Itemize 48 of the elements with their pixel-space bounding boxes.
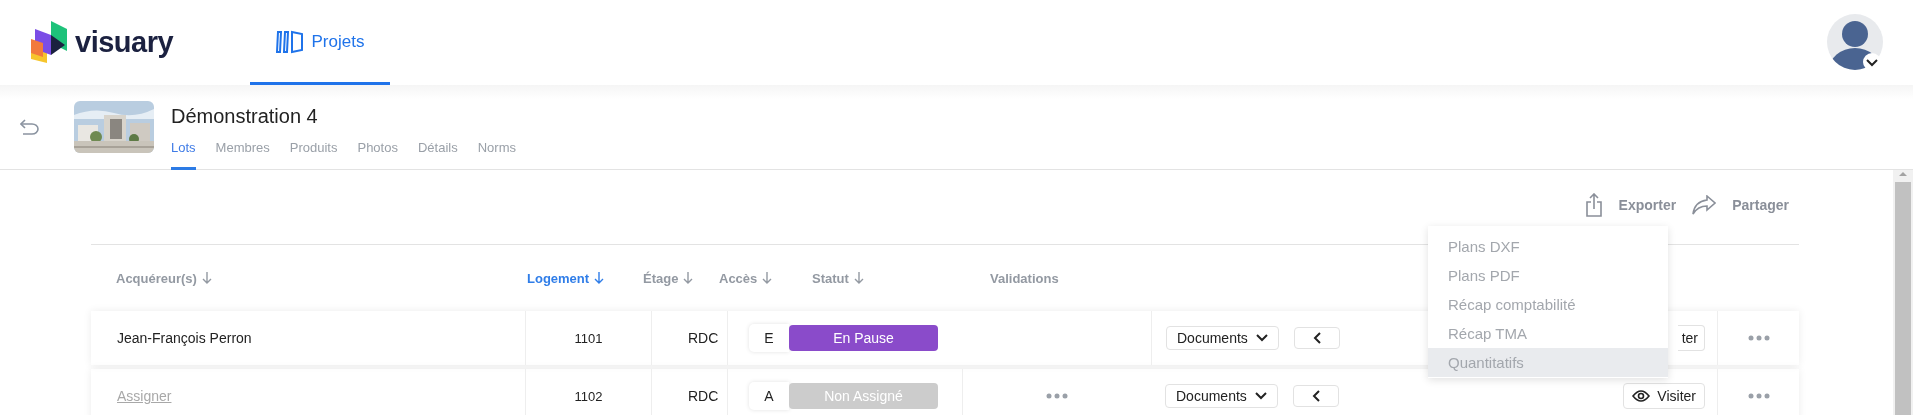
eye-icon xyxy=(1632,390,1651,402)
logo-text: visuary xyxy=(75,26,174,59)
floor-text: RDC xyxy=(688,330,719,346)
menu-item[interactable]: Plans DXF xyxy=(1428,232,1668,261)
column-header[interactable]: Logement xyxy=(527,270,643,286)
chevron-down-icon xyxy=(1255,334,1268,342)
share-icon xyxy=(1584,193,1603,217)
column-header[interactable]: Accès xyxy=(719,270,812,286)
export-button[interactable]: Exporter xyxy=(1584,193,1677,221)
project-tab[interactable]: Lots xyxy=(171,139,196,170)
assign-link[interactable]: Assigner xyxy=(117,388,172,404)
documents-dropdown[interactable]: Documents xyxy=(1166,326,1279,350)
menu-item[interactable]: Plans PDF xyxy=(1428,261,1668,290)
share-button[interactable]: Partager xyxy=(1692,195,1789,219)
collapse-button[interactable] xyxy=(1293,327,1340,349)
project-tab[interactable]: Membres xyxy=(215,139,270,170)
chevron-down-icon xyxy=(1254,392,1267,400)
access-code: E xyxy=(749,324,789,352)
more-icon[interactable] xyxy=(1747,393,1770,399)
buyer-name: Jean-François Perron xyxy=(117,330,252,346)
chevron-left-icon xyxy=(1312,332,1321,344)
menu-item[interactable]: Récap TMA xyxy=(1428,319,1668,348)
project-tab[interactable]: Norms xyxy=(477,139,516,170)
project-title: Démonstration 4 xyxy=(171,103,319,129)
visit-button[interactable]: ter xyxy=(1677,325,1705,351)
forward-arrow-icon xyxy=(1692,195,1717,215)
column-header[interactable]: Statut xyxy=(812,270,990,286)
project-tab[interactable]: Photos xyxy=(357,139,398,170)
undo-icon[interactable] xyxy=(20,119,39,135)
status-badge: En Pause xyxy=(789,325,938,351)
column-header[interactable]: Acquéreur(s) xyxy=(91,270,527,286)
chevron-left-icon xyxy=(1311,390,1320,402)
more-icon[interactable] xyxy=(1747,335,1770,341)
unit-number: 1102 xyxy=(574,388,603,404)
floor-text: RDC xyxy=(688,388,719,404)
access-code: A xyxy=(749,382,789,410)
column-header: Validations xyxy=(990,270,1060,286)
unit-number: 1101 xyxy=(574,330,603,346)
menu-item[interactable]: Récap comptabilité xyxy=(1428,290,1668,319)
visit-button[interactable]: Visiter xyxy=(1623,383,1705,409)
collapse-button[interactable] xyxy=(1292,385,1339,407)
scrollbar[interactable] xyxy=(1893,170,1913,415)
more-icon[interactable] xyxy=(1046,393,1068,399)
column-header[interactable]: Étage xyxy=(643,270,719,286)
project-tab[interactable]: Produits xyxy=(289,139,338,170)
project-tab[interactable]: Détails xyxy=(417,139,458,170)
documents-dropdown[interactable]: Documents xyxy=(1165,384,1278,408)
menu-item[interactable]: Quantitatifs xyxy=(1428,348,1668,377)
